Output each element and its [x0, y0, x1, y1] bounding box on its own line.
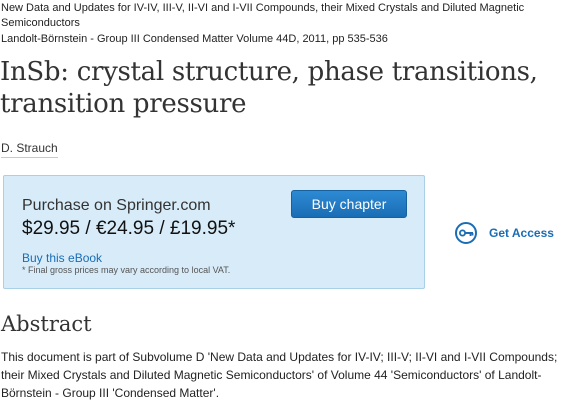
publication-info: Landolt-Börnstein - Group III Condensed …	[1, 33, 388, 45]
buy-chapter-button[interactable]: Buy chapter	[291, 190, 407, 218]
vat-note: * Final gross prices may vary according …	[22, 265, 231, 275]
get-access-label: Get Access	[489, 226, 554, 240]
buy-ebook-link[interactable]: Buy this eBook	[22, 251, 102, 265]
author-link[interactable]: D. Strauch	[1, 141, 58, 158]
abstract-text: This document is part of Subvolume D 'Ne…	[1, 350, 558, 400]
abstract-heading: Abstract	[1, 312, 92, 336]
key-icon	[455, 222, 477, 244]
purchase-heading: Purchase on Springer.com	[22, 197, 211, 214]
price-text: $29.95 / €24.95 / £19.95*	[22, 218, 236, 239]
purchase-box: Purchase on Springer.com $29.95 / €24.95…	[3, 175, 425, 289]
series-title: New Data and Updates for IV-IV, III-V, I…	[1, 2, 525, 29]
get-access-button[interactable]: Get Access	[455, 222, 554, 244]
page-title: InSb: crystal structure, phase transitio…	[0, 57, 538, 119]
